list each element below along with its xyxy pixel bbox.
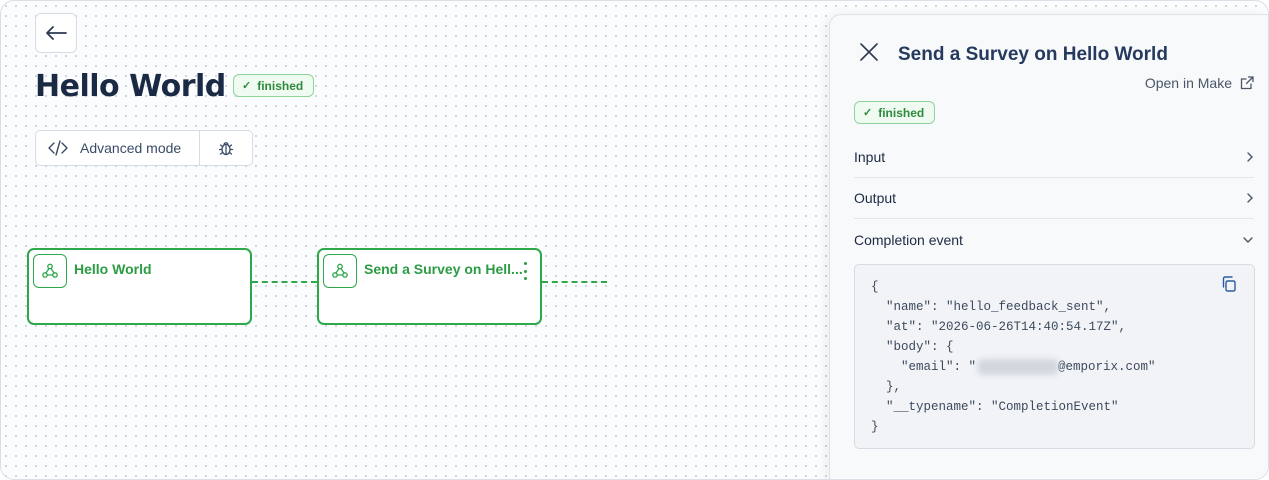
- code-line: "name": "hello_feedback_sent",: [871, 300, 1112, 314]
- section-label: Input: [854, 149, 886, 165]
- section-label: Completion event: [854, 231, 963, 248]
- check-icon: ✓: [863, 107, 873, 119]
- completion-event-code: { "name": "hello_feedback_sent", "at": "…: [854, 264, 1255, 449]
- chevron-right-icon: [1247, 193, 1253, 203]
- external-link-icon: [1240, 76, 1254, 90]
- code-line: "__typename": "CompletionEvent": [871, 400, 1119, 414]
- node-title: Send a Survey on Hell...: [364, 261, 523, 277]
- code-line: "body": {: [871, 340, 954, 354]
- workflow-node-send-survey[interactable]: Send a Survey on Hell...: [317, 248, 542, 325]
- bug-icon: [218, 142, 234, 156]
- close-icon[interactable]: [858, 41, 880, 63]
- section-input[interactable]: Input: [854, 137, 1254, 178]
- chevron-right-icon: [1247, 152, 1253, 162]
- workflow-node-hello-world[interactable]: Hello World: [27, 248, 252, 325]
- redacted-email: [978, 358, 1059, 375]
- section-label: Output: [854, 190, 897, 206]
- status-badge-label: finished: [257, 78, 304, 93]
- details-panel: Send a Survey on Hello World Open in Mak…: [829, 14, 1268, 479]
- back-button[interactable]: [35, 13, 77, 53]
- webhook-icon: [323, 254, 357, 288]
- workflow-canvas: Hello World ✓ finished Advanced mode Hel…: [0, 0, 1269, 480]
- status-badge-label: finished: [878, 105, 925, 120]
- code-line: },: [871, 380, 902, 394]
- advanced-mode-button[interactable]: Advanced mode: [36, 131, 200, 165]
- email-key: "email": ": [871, 360, 977, 374]
- code-line: }: [871, 420, 879, 434]
- code-icon: [48, 140, 68, 156]
- check-icon: ✓: [242, 80, 252, 92]
- code-line: "at": "2026-06-26T14:40:54.17Z",: [871, 320, 1127, 334]
- copy-icon[interactable]: [1220, 275, 1238, 293]
- section-completion-event[interactable]: Completion event: [854, 219, 1254, 260]
- page-title: Hello World: [35, 69, 226, 104]
- json-code: { "name": "hello_feedback_sent", "at": "…: [871, 277, 1156, 437]
- email-domain: @emporix.com": [1058, 360, 1156, 374]
- section-output[interactable]: Output: [854, 178, 1254, 219]
- open-in-make-link[interactable]: Open in Make: [1145, 75, 1254, 91]
- more-vertical-icon[interactable]: [522, 262, 528, 280]
- panel-title: Send a Survey on Hello World: [898, 44, 1168, 65]
- open-in-make-label: Open in Make: [1144, 75, 1232, 91]
- arrow-left-icon: [46, 26, 67, 40]
- status-badge: ✓ finished: [854, 101, 936, 124]
- node-connector: [542, 281, 607, 283]
- mode-toolbar: Advanced mode: [35, 130, 253, 166]
- chevron-down-icon: [1243, 236, 1253, 243]
- code-line-email: "email": " @emporix.com": [871, 357, 1156, 377]
- node-connector: [252, 281, 317, 283]
- advanced-mode-label: Advanced mode: [80, 140, 182, 156]
- code-line: {: [871, 280, 879, 294]
- debug-button[interactable]: [200, 131, 252, 165]
- node-title: Hello World: [74, 261, 152, 277]
- status-badge: ✓ finished: [233, 74, 315, 97]
- webhook-icon: [33, 254, 67, 288]
